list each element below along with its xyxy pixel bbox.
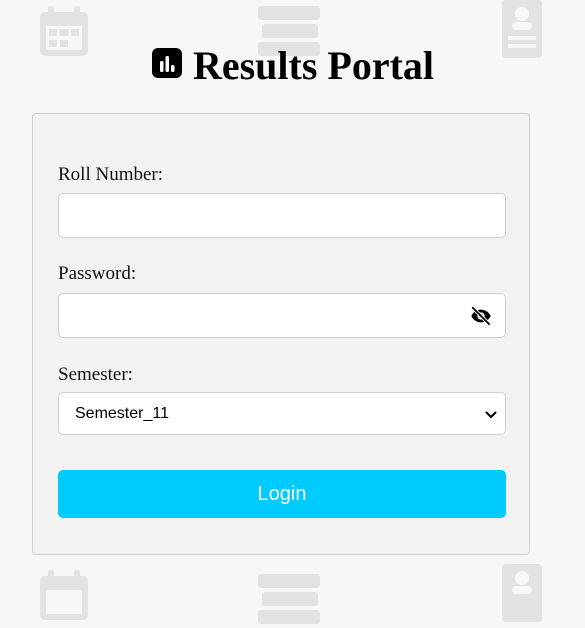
login-button[interactable]: Login	[58, 470, 506, 518]
bar-chart-icon	[151, 47, 183, 79]
id-card-icon	[500, 564, 544, 624]
semester-label: Semester:	[58, 364, 133, 385]
books-icon	[256, 570, 322, 628]
chevron-down-icon	[485, 408, 497, 420]
roll-number-label: Roll Number:	[58, 164, 164, 185]
roll-number-field[interactable]	[58, 193, 506, 238]
calendar-icon	[36, 568, 92, 624]
password-label: Password:	[58, 263, 137, 284]
login-card: Roll Number: Password: Semester: Semeste…	[32, 113, 530, 555]
semester-selected-value: Semester_11	[75, 405, 169, 422]
page-header: Results Portal	[0, 38, 585, 94]
page-title: Results Portal	[192, 43, 435, 88]
eye-slash-icon[interactable]	[470, 305, 492, 327]
password-field[interactable]	[58, 293, 506, 338]
roll-number-input[interactable]	[59, 194, 459, 237]
password-input[interactable]	[59, 294, 459, 337]
semester-select[interactable]: Semester_11	[58, 392, 506, 435]
